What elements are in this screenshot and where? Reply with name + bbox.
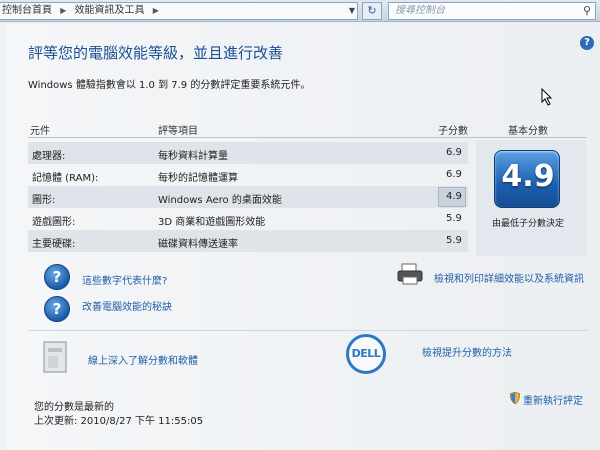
rating-label: Windows Aero 的桌面效能 xyxy=(158,195,282,206)
help-icon[interactable]: ? xyxy=(580,36,594,50)
last-updated: 上次更新: 2010/8/27 下午 11:55:05 xyxy=(34,416,204,427)
component-label: 記憶體 (RAM): xyxy=(32,173,99,184)
rerun-assessment-link[interactable]: 重新執行評定 xyxy=(523,392,583,407)
subscore-value: 5.9 xyxy=(446,213,462,224)
dell-logo[interactable]: DELL xyxy=(346,334,386,374)
table-row: 圖形: Windows Aero 的桌面效能 4.9 xyxy=(28,186,468,208)
refresh-icon: ↻ xyxy=(367,4,377,17)
page-subtitle: Windows 體驗指數會以 1.0 到 7.9 的分數評定重要系統元件。 xyxy=(28,80,311,91)
page-title: 評等您的電腦效能等級，並且進行改善 xyxy=(28,44,284,62)
column-header-subscore: 子分數 xyxy=(438,126,468,137)
subscore-value: 6.9 xyxy=(446,169,462,180)
component-label: 處理器: xyxy=(32,151,66,162)
printer-icon xyxy=(397,263,423,285)
table-row: 記憶體 (RAM): 每秒的記憶體運算 6.9 xyxy=(28,164,468,186)
rating-label: 每秒的記憶體運算 xyxy=(158,173,238,184)
table-header: 元件 評等項目 子分數 基本分數 xyxy=(28,118,586,138)
component-label: 主要硬碟: xyxy=(32,239,76,250)
dell-logo-text: DELL xyxy=(351,347,381,360)
column-header-base-score: 基本分數 xyxy=(508,126,548,137)
breadcrumb-performance-tools[interactable]: 效能資訊及工具 xyxy=(75,3,145,19)
subscore-value: 4.9 xyxy=(446,191,462,202)
question-icon: ? xyxy=(44,296,70,322)
question-icon: ? xyxy=(44,264,70,290)
rating-label: 磁碟資料傳送速率 xyxy=(158,239,238,250)
search-placeholder: 搜尋控制台 xyxy=(395,5,445,16)
component-label: 遊戲圖形: xyxy=(32,217,76,228)
base-score-note: 由最低子分數決定 xyxy=(491,219,564,229)
base-score-value: 4.9 xyxy=(501,159,555,194)
score-status: 您的分數是最新的 xyxy=(34,402,114,413)
table-row: 處理器: 每秒資料計算量 6.9 xyxy=(28,142,468,164)
breadcrumb-control-panel-home[interactable]: 控制台首頁 xyxy=(0,3,52,19)
base-score-badge: 4.9 xyxy=(494,150,560,208)
mouse-cursor-icon xyxy=(541,88,553,106)
address-bar: 控制台首頁 ▶ 效能資訊及工具 ▶ ▼ ↻ 搜尋控制台 ⚲ xyxy=(0,0,600,22)
shield-icon xyxy=(510,392,520,404)
column-header-component: 元件 xyxy=(30,126,50,137)
software-box-icon xyxy=(43,341,67,373)
print-details-link[interactable]: 檢視和列印詳細效能以及系統資訊 xyxy=(434,270,584,285)
breadcrumb-separator-icon: ▶ xyxy=(152,6,159,15)
search-input[interactable]: 搜尋控制台 ⚲ xyxy=(388,2,596,20)
refresh-button[interactable]: ↻ xyxy=(362,2,382,20)
search-icon[interactable]: ⚲ xyxy=(583,3,591,19)
table-row: 主要硬碟: 磁碟資料傳送速率 5.9 xyxy=(28,230,468,252)
column-header-rating: 評等項目 xyxy=(158,126,198,137)
component-label: 圖形: xyxy=(32,195,56,206)
what-numbers-mean-link[interactable]: 這些數字代表什麼? xyxy=(82,272,167,287)
view-ways-link[interactable]: 檢視提升分數的方法 xyxy=(422,344,512,359)
breadcrumb-separator-icon: ▶ xyxy=(60,6,67,15)
rating-label: 每秒資料計算量 xyxy=(158,151,228,162)
improve-tips-link[interactable]: 改善電腦效能的秘訣 xyxy=(82,298,172,313)
learn-online-link[interactable]: 線上深入了解分數和軟體 xyxy=(88,352,198,367)
subscore-value: 6.9 xyxy=(446,147,462,158)
subscore-value: 5.9 xyxy=(446,235,462,246)
breadcrumb[interactable]: 控制台首頁 ▶ 效能資訊及工具 ▶ ▼ xyxy=(0,2,358,20)
table-row: 遊戲圖形: 3D 商業和遊戲圖形效能 5.9 xyxy=(28,208,468,230)
chevron-down-icon[interactable]: ▼ xyxy=(349,3,355,19)
rating-label: 3D 商業和遊戲圖形效能 xyxy=(158,217,266,228)
